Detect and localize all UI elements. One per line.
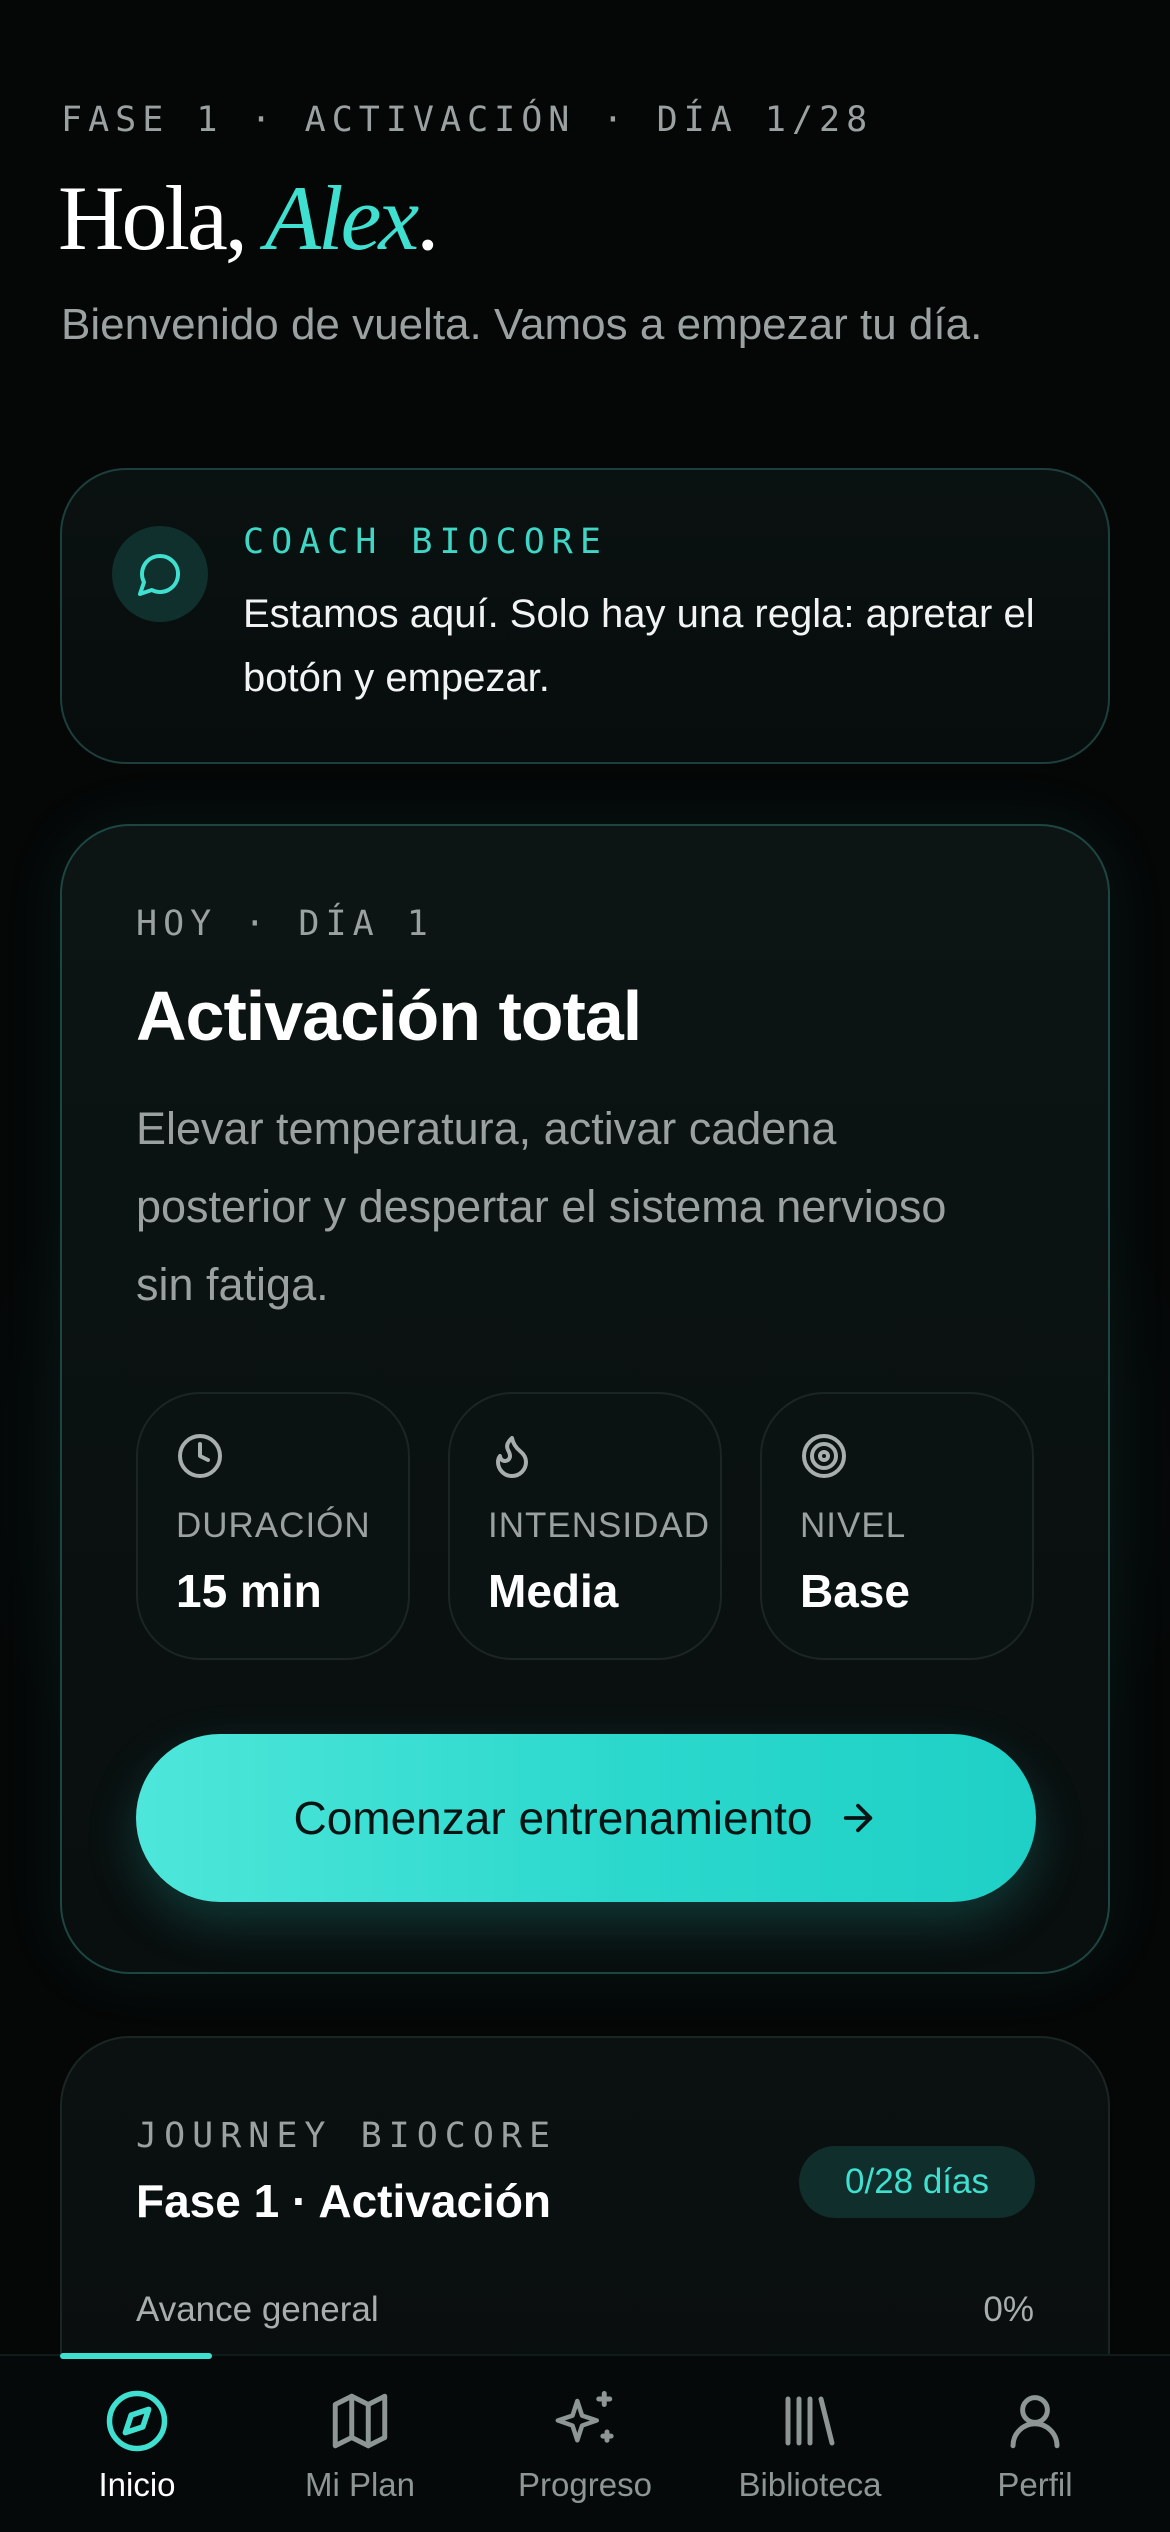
home-screen: FASE 1 · ACTIVACIÓN · DÍA 1/28 Hola, Ale…: [0, 0, 1170, 2532]
start-workout-label: Comenzar entrenamiento: [293, 1792, 813, 1844]
bottom-tab-bar: Inicio Mi Plan Progreso Biblioteca Perfi…: [0, 2353, 1170, 2532]
map-icon: [332, 2393, 388, 2449]
stat-value: Media: [488, 1565, 619, 1617]
arrow-right-icon: [843, 1803, 872, 1833]
workout-title: Activación total: [136, 977, 642, 1055]
stat-value: Base: [800, 1565, 910, 1617]
tab-perfil[interactable]: Perfil: [918, 2356, 1152, 2532]
tab-label: Biblioteca: [738, 2466, 882, 2503]
welcome-text: Bienvenido de vuelta. Vamos a empezar tu…: [61, 300, 983, 349]
greeting-prefix: Hola,: [58, 167, 265, 269]
stat-duration: DURACIÓN 15 min: [136, 1392, 410, 1660]
user-icon: [1010, 2395, 1060, 2449]
library-icon: [785, 2396, 835, 2446]
days-badge: 0/28 días: [799, 2146, 1035, 2218]
stat-intensity: INTENSIDAD Media: [448, 1392, 722, 1660]
tab-label: Perfil: [997, 2466, 1073, 2503]
today-tag: HOY · DÍA 1: [136, 904, 434, 944]
tab-inicio[interactable]: Inicio: [20, 2356, 254, 2532]
tab-label: Mi Plan: [304, 2466, 416, 2503]
sparkles-icon: [555, 2391, 614, 2443]
stat-level: NIVEL Base: [760, 1392, 1034, 1660]
stat-label: DURACIÓN: [176, 1506, 371, 1545]
start-workout-button[interactable]: Comenzar entrenamiento: [136, 1734, 1036, 1902]
flame-icon: [496, 1436, 528, 1478]
coach-message: Estamos aquí. Solo hay una regla: apreta…: [243, 592, 1035, 700]
user-name: Alex: [264, 167, 419, 269]
tab-progreso[interactable]: Progreso: [468, 2356, 702, 2532]
progress-label: Avance general: [136, 2290, 379, 2329]
greeting-heading: Hola, Alex.: [58, 165, 439, 271]
journey-title: Fase 1 · Activación: [136, 2175, 552, 2227]
coach-card[interactable]: COACH BIOCORE Estamos aquí. Solo hay una…: [60, 468, 1110, 764]
chat-bubble-icon: [112, 526, 208, 622]
stat-label: INTENSIDAD: [488, 1506, 710, 1545]
journey-tag: JOURNEY BIOCORE: [136, 2116, 558, 2156]
tab-mi-plan[interactable]: Mi Plan: [243, 2356, 477, 2532]
tab-label: Progreso: [518, 2466, 652, 2503]
workout-description: Elevar temperatura, activar cadena poste…: [136, 1103, 947, 1310]
tab-biblioteca[interactable]: Biblioteca: [693, 2356, 927, 2532]
target-icon: [802, 1434, 846, 1478]
today-workout-card: HOY · DÍA 1 Activación total Elevar temp…: [60, 824, 1110, 1974]
phase-indicator: FASE 1 · ACTIVACIÓN · DÍA 1/28: [61, 100, 874, 140]
greeting-suffix: .: [416, 167, 439, 269]
stat-label: NIVEL: [800, 1506, 907, 1545]
progress-percent: 0%: [983, 2290, 1034, 2329]
compass-icon: [106, 2390, 168, 2452]
coach-label: COACH BIOCORE: [243, 522, 608, 562]
tab-label: Inicio: [98, 2466, 176, 2503]
clock-icon: [178, 1434, 222, 1478]
stat-value: 15 min: [176, 1565, 322, 1617]
